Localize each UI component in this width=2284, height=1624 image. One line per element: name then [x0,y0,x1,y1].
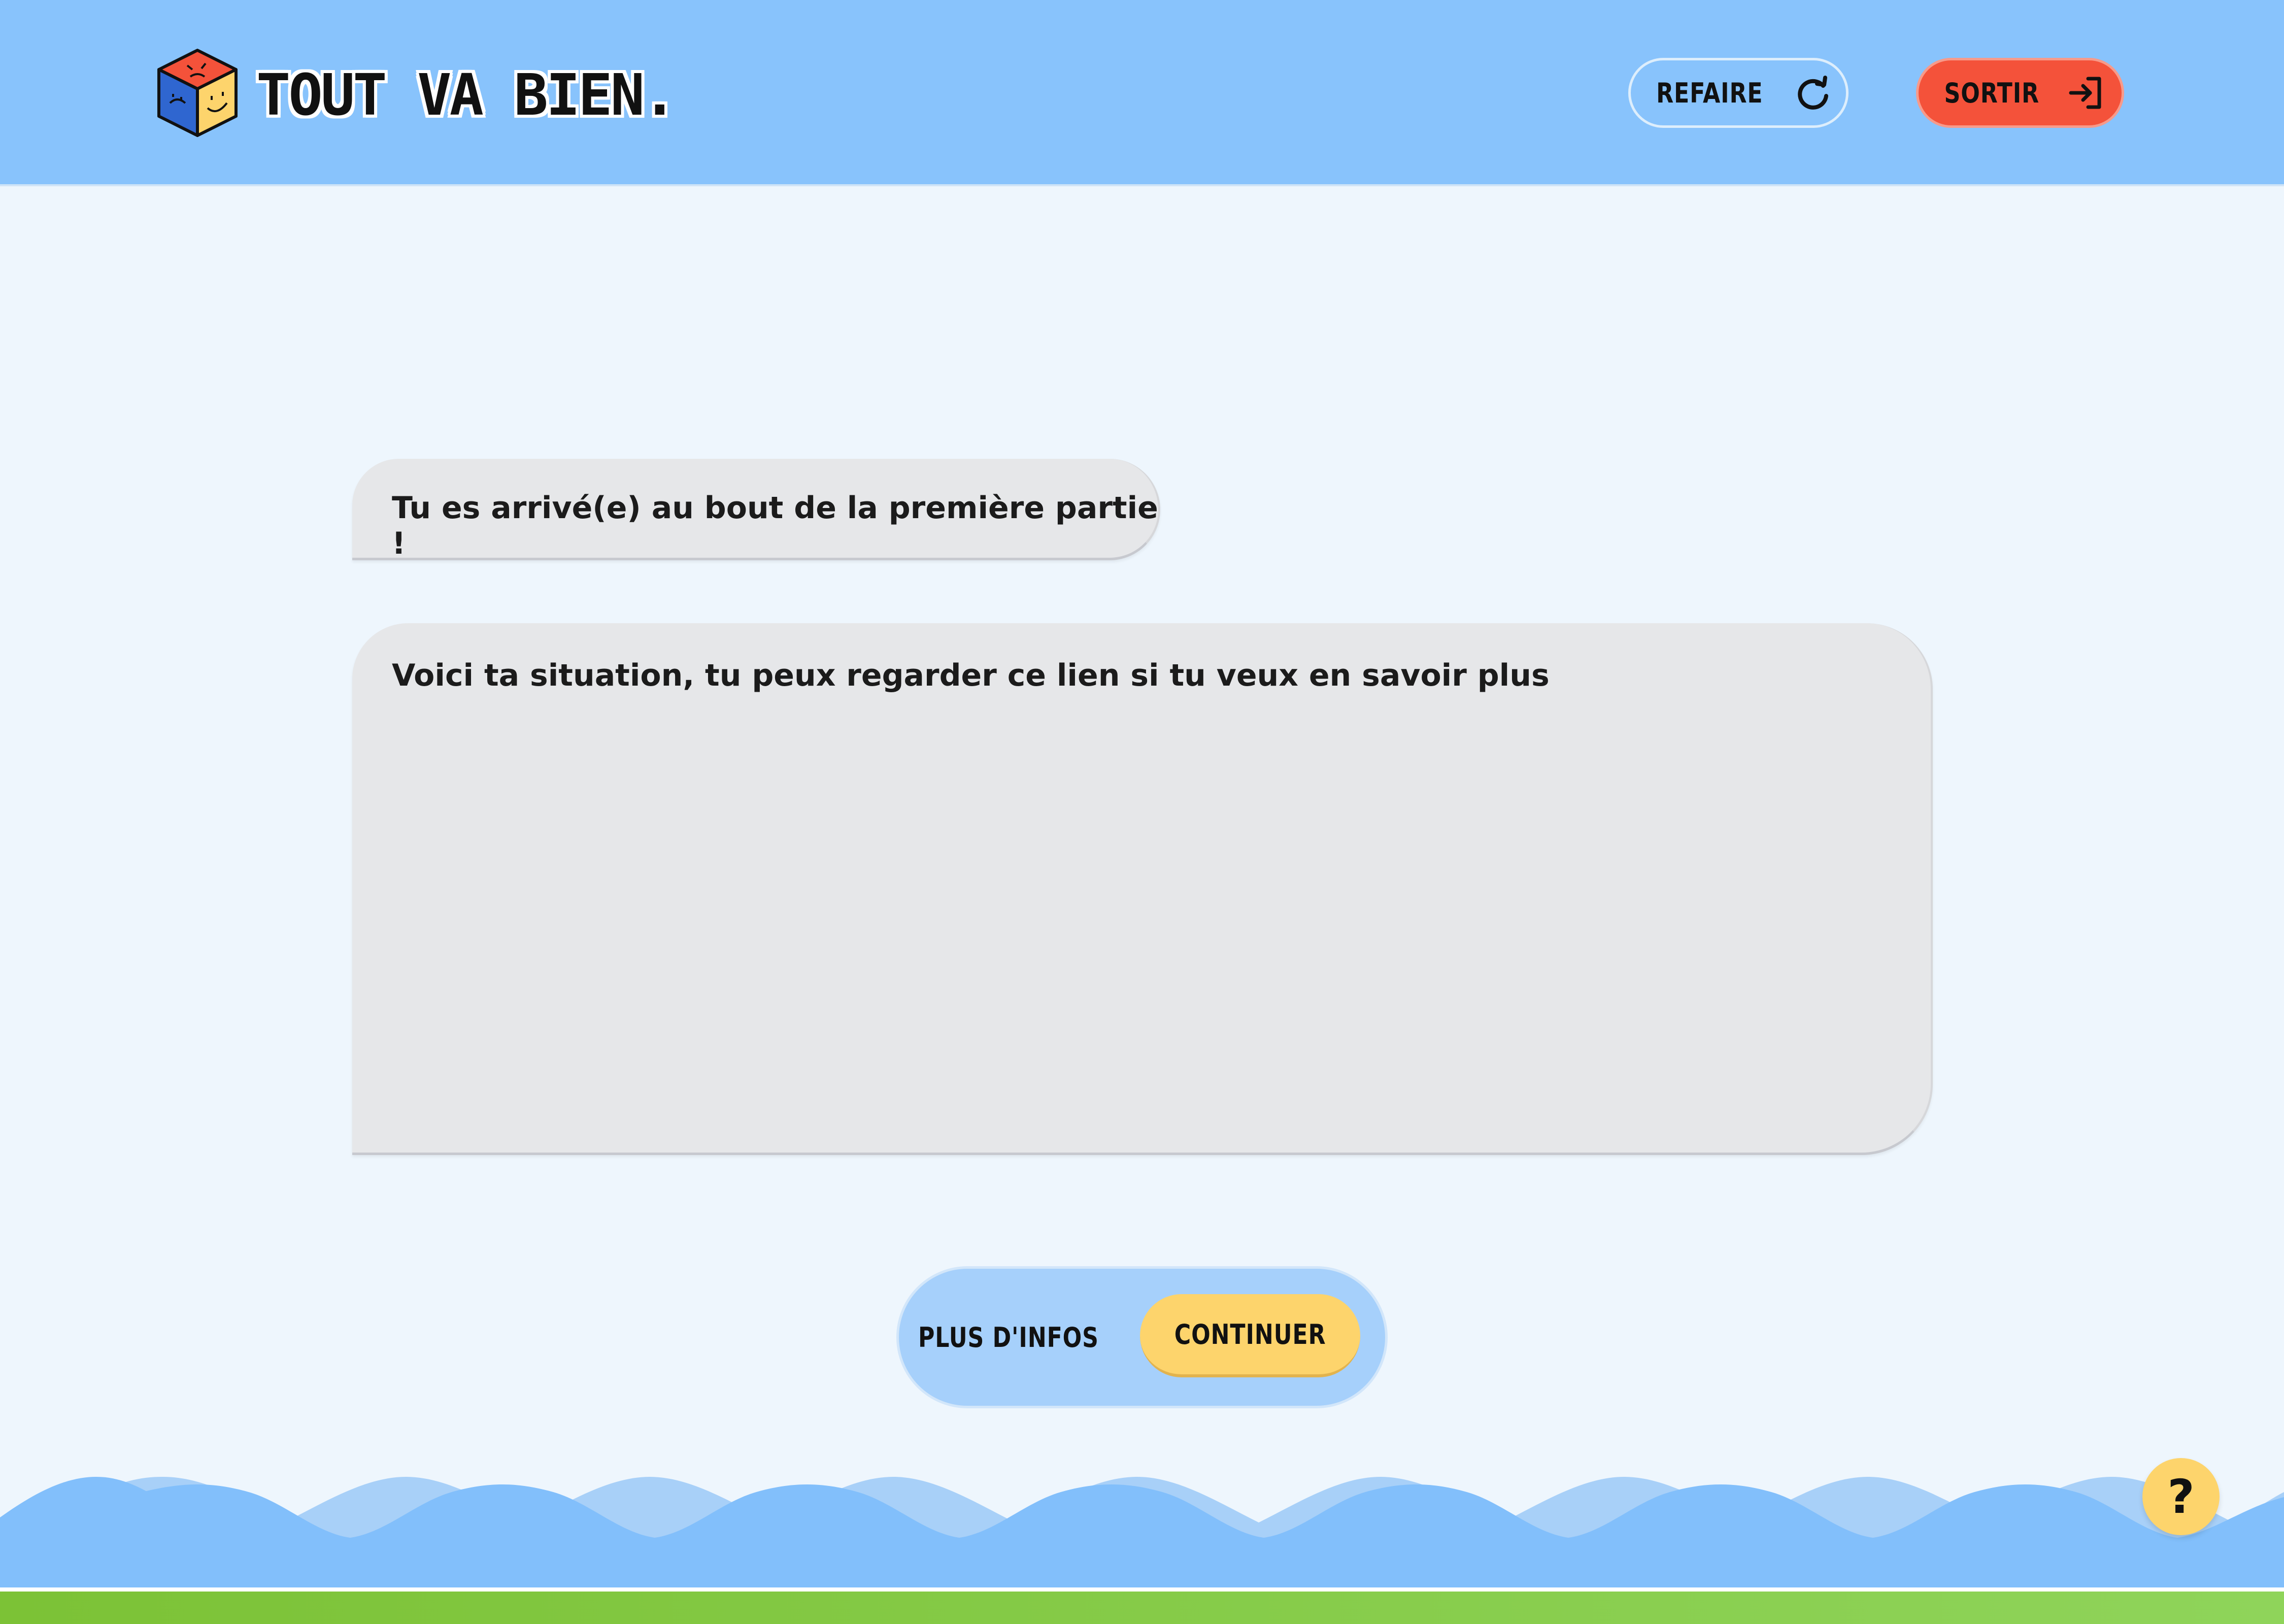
sortir-label: SORTIR [1944,77,2039,109]
sortir-button[interactable]: SORTIR [1916,58,2124,128]
message-text: Tu es arrivé(e) au bout de la première p… [392,490,1158,561]
grass-ground [0,1592,2284,1624]
exit-arrow-icon [2069,77,2101,109]
refaire-button[interactable]: REFAIRE [1628,58,1849,128]
help-button[interactable]: ? [2142,1458,2220,1535]
message-bubble: Tu es arrivé(e) au bout de la première p… [352,459,1160,561]
help-question-icon: ? [2167,1469,2195,1524]
message-text: Voici ta situation, tu peux regarder ce … [392,658,1550,693]
continue-label: CONTINUER [1174,1318,1326,1350]
logo-cube-icon [157,49,238,137]
action-bar: PLUS D'INFOS CONTINUER [896,1266,1388,1408]
refaire-label: REFAIRE [1656,77,1763,109]
waves-decoration [0,1477,2284,1594]
continue-button[interactable]: CONTINUER [1140,1294,1360,1377]
more-info-button[interactable]: PLUS D'INFOS [918,1269,1138,1406]
ground-divider [0,1587,2284,1592]
refresh-icon [1798,76,1829,110]
more-info-label: PLUS D'INFOS [918,1321,1099,1354]
app-title: TOUT VA BIEN. [256,62,677,128]
situation-bubble: Voici ta situation, tu peux regarder ce … [352,623,1933,1155]
top-bar: TOUT VA BIEN. REFAIRE SORTIR [0,0,2284,186]
